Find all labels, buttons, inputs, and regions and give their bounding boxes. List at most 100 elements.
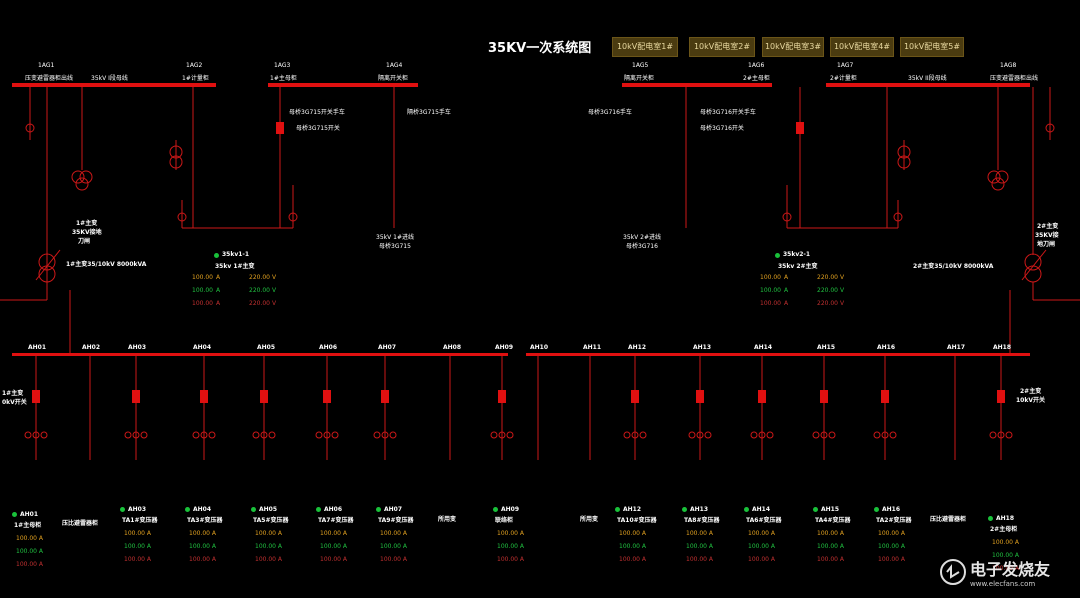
feeder-head-ah16[interactable]: AH16 xyxy=(877,344,895,351)
feeder-breaker[interactable] xyxy=(820,390,828,403)
ag-id: 1AG3 xyxy=(274,62,291,69)
feeder-head-ah03[interactable]: AH03 xyxy=(128,344,146,351)
ct-icon xyxy=(373,431,381,439)
meter-unit: V xyxy=(840,287,845,294)
feeder-head-ah14[interactable]: AH14 xyxy=(754,344,772,351)
feeder-current: 100.00 A xyxy=(619,530,647,537)
page-title: 35KV一次系统图 xyxy=(488,41,592,56)
status-dot xyxy=(813,507,818,512)
feeder-current: 100.00 A xyxy=(817,556,845,563)
ag-id: 1AG7 xyxy=(837,62,854,69)
feeder-breaker[interactable] xyxy=(132,390,140,403)
feeder-head-ah13[interactable]: AH13 xyxy=(693,344,711,351)
feeder-current: 100.00 A xyxy=(189,530,217,537)
ct-icon xyxy=(252,431,260,439)
meter-id: 35kv2-1 xyxy=(783,251,811,258)
switch-label: 母桥3G716开关 xyxy=(700,125,744,132)
room-1-button[interactable]: 10kV配电室1# xyxy=(612,37,678,57)
feeder-current: 100.00 A xyxy=(748,530,776,537)
feeder-head-ah08[interactable]: AH08 xyxy=(443,344,461,351)
ct-icon xyxy=(873,431,881,439)
feeder-head-ah12[interactable]: AH12 xyxy=(628,344,646,351)
feeder-current: 100.00 A xyxy=(619,543,647,550)
feeder-current: 100.00 A xyxy=(189,556,217,563)
feeder-current: 100.00 A xyxy=(992,539,1020,546)
meter-unit: A xyxy=(216,274,221,281)
feeder-current: 100.00 A xyxy=(320,530,348,537)
transformer-knife-label: 1#主变 xyxy=(76,220,98,227)
feeder-head-ah17[interactable]: AH17 xyxy=(947,344,965,351)
status-dot xyxy=(12,512,17,517)
feeder-breaker[interactable] xyxy=(498,390,506,403)
transformer-knife-label: 35KV接地 xyxy=(72,229,102,236)
feeder-breaker[interactable] xyxy=(997,390,1005,403)
feeder-breaker[interactable] xyxy=(758,390,766,403)
feeder-name: 所用变 xyxy=(580,516,599,523)
breaker-1ag3[interactable] xyxy=(276,122,284,134)
status-dot xyxy=(988,516,993,521)
room-2-button[interactable]: 10kV配电室2# xyxy=(689,37,755,57)
feeder-head-ah11[interactable]: AH11 xyxy=(583,344,601,351)
feeder-current: 100.00 A xyxy=(878,543,906,550)
feeder-name: 联络柜 xyxy=(495,517,514,524)
feeder-head-ah05[interactable]: AH05 xyxy=(257,344,275,351)
feeder-name: TA9#变压器 xyxy=(378,517,414,524)
meter-a: 100.00 xyxy=(760,287,781,294)
transformer-knife-label: 地刀闸 xyxy=(1037,241,1056,248)
switch-10kv-label: 1#主变 xyxy=(2,390,24,397)
switch-label: 母桥3G715开关 xyxy=(296,125,340,132)
feeder-head-ah04[interactable]: AH04 xyxy=(193,344,211,351)
bus-label-left: 35kV I段母线 xyxy=(91,75,128,82)
ct-icon xyxy=(315,431,323,439)
feeder-breaker[interactable] xyxy=(200,390,208,403)
feeder-breaker[interactable] xyxy=(881,390,889,403)
feeder-head-ah10[interactable]: AH10 xyxy=(530,344,548,351)
feeder-id: AH04 xyxy=(193,506,212,513)
meter-unit: V xyxy=(840,274,845,281)
feeder-head-ah07[interactable]: AH07 xyxy=(378,344,396,351)
ag-name: 压变避雷器柜出线 xyxy=(25,75,74,82)
feeder-current: 100.00 A xyxy=(124,556,152,563)
line-label: 35kV 2#进线 xyxy=(623,234,661,241)
room-4-button[interactable]: 10kV配电室4# xyxy=(830,37,894,57)
meter-v: 220.00 xyxy=(817,274,838,281)
ct-icon xyxy=(828,431,836,439)
meter-v: 220.00 xyxy=(817,300,838,307)
feeder-breaker[interactable] xyxy=(631,390,639,403)
meter-a: 100.00 xyxy=(192,274,213,281)
feeder-breaker[interactable] xyxy=(381,390,389,403)
feeder-head-ah01[interactable]: AH01 xyxy=(28,344,46,351)
feeder-name: TA3#变压器 xyxy=(187,517,223,524)
status-dot xyxy=(120,507,125,512)
feeder-breaker[interactable] xyxy=(32,390,40,403)
feeder-current: 100.00 A xyxy=(497,556,525,563)
room-3-button[interactable]: 10kV配电室3# xyxy=(762,37,824,57)
feeder-current: 100.00 A xyxy=(686,543,714,550)
watermark-sub: www.elecfans.com xyxy=(970,580,1036,588)
feeder-current: 100.00 A xyxy=(748,543,776,550)
meter-unit: A xyxy=(784,300,789,307)
status-dot xyxy=(775,253,780,258)
ag-id: 1AG8 xyxy=(1000,62,1017,69)
feeder-name: TA10#变压器 xyxy=(617,517,657,524)
feeder-head-ah18[interactable]: AH18 xyxy=(993,344,1011,351)
ag-id: 1AG1 xyxy=(38,62,55,69)
status-dot xyxy=(493,507,498,512)
feeder-current: 100.00 A xyxy=(686,530,714,537)
breaker-1ag6[interactable] xyxy=(796,122,804,134)
feeder-current: 100.00 A xyxy=(878,530,906,537)
feeder-id: AH06 xyxy=(324,506,343,513)
feeder-name: TA6#变压器 xyxy=(746,517,782,524)
feeder-head-ah15[interactable]: AH15 xyxy=(817,344,835,351)
feeder-head-ah09[interactable]: AH09 xyxy=(495,344,513,351)
feeder-head-ah06[interactable]: AH06 xyxy=(319,344,337,351)
feeder-breaker[interactable] xyxy=(260,390,268,403)
meter-unit: V xyxy=(840,300,845,307)
feeder-breaker[interactable] xyxy=(323,390,331,403)
feeder-head-ah02[interactable]: AH02 xyxy=(82,344,100,351)
ct-icon xyxy=(639,431,647,439)
feeder-breaker[interactable] xyxy=(696,390,704,403)
feeder-current: 100.00 A xyxy=(380,543,408,550)
feeder-name: 压比避雷器柜 xyxy=(930,516,967,523)
room-5-button[interactable]: 10kV配电室5# xyxy=(900,37,964,57)
